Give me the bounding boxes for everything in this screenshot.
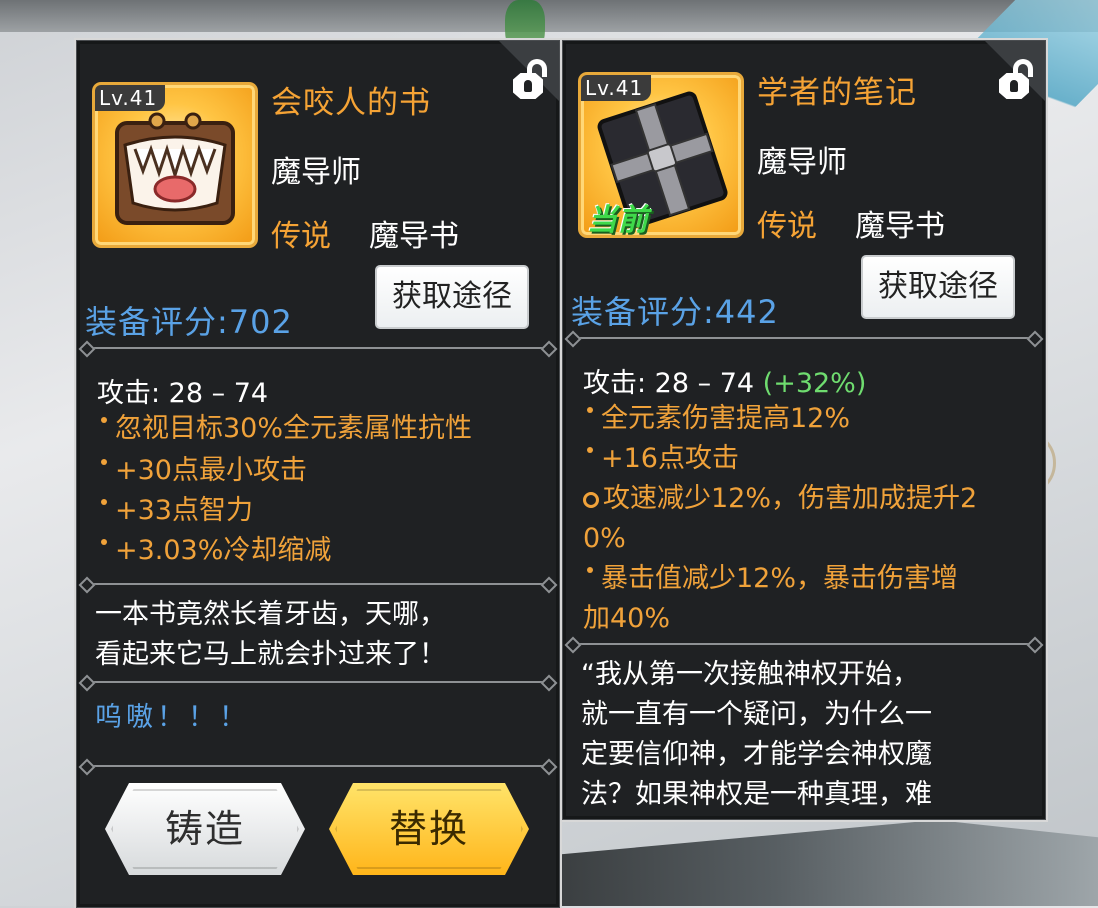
item-class: 魔导师 (271, 155, 361, 190)
source-button[interactable]: 获取途径 (861, 255, 1015, 319)
replace-button[interactable]: 替换 (329, 783, 529, 875)
divider (87, 765, 549, 767)
right-item-panel: Lv.41 当前 学者的笔记 魔导师 传说 魔导书 获取途径 装备评分:442 … (562, 40, 1046, 820)
attribute-line: +16点攻击 (583, 439, 739, 479)
source-button[interactable]: 获取途径 (375, 265, 529, 329)
level-badge: Lv.41 (581, 75, 652, 101)
item-icon: Lv.41 (95, 85, 255, 245)
item-icon: Lv.41 当前 (581, 75, 741, 235)
attack-stat: 攻击: 28 – 74 (97, 378, 269, 409)
attribute-line: 暴击值减少12%，暴击伤害增 加40% (583, 563, 959, 634)
background-top-bar (0, 0, 1098, 32)
level-badge: Lv.41 (95, 85, 166, 111)
equipment-score: 装备评分:442 (571, 293, 779, 331)
attribute-line: +33点智力 (97, 491, 253, 531)
attribute-line: +3.03%冷却缩减 (97, 531, 331, 571)
item-flavor-sound: 呜嗷！！！ (95, 702, 250, 733)
divider (87, 347, 549, 349)
attribute-line: 忽视目标30%全元素属性抗性 (97, 409, 472, 449)
item-name: 会咬人的书 (271, 85, 431, 121)
divider (573, 337, 1035, 339)
item-type: 魔导书 (855, 209, 945, 244)
attribute-line: +30点最小攻击 (97, 451, 307, 491)
current-equipped-tag: 当前 (587, 203, 649, 235)
forge-button[interactable]: 铸造 (105, 783, 305, 875)
item-type: 魔导书 (369, 219, 459, 254)
attack-bonus: (+32%) (762, 368, 867, 399)
divider (87, 681, 549, 683)
divider (87, 583, 549, 585)
attack-stat: 攻击: 28 – 74 (+32%) (583, 368, 867, 399)
item-description: 一本书竟然长着牙齿，天哪， 看起来它马上就会扑过来了！ (95, 599, 446, 670)
background-dark-shape (560, 820, 1098, 906)
lock-icon[interactable] (999, 59, 1039, 101)
item-name: 学者的笔记 (757, 75, 917, 111)
divider (573, 643, 1035, 645)
attribute-line: 全元素伤害提高12% (583, 399, 850, 439)
item-description: “我从第一次接触神权开始， 就一直有一个疑问，为什么一 定要信仰神，才能学会神权… (581, 659, 932, 810)
item-rarity: 传说 (271, 219, 331, 254)
attribute-line: 攻速减少12%，伤害加成提升2 0% (583, 483, 978, 554)
left-item-panel: Lv.41 会咬人的书 魔导师 传说 魔导书 获取途径 装备评分:702 攻击:… (76, 40, 560, 908)
item-rarity: 传说 (757, 209, 817, 244)
item-class: 魔导师 (757, 145, 847, 180)
lock-icon[interactable] (513, 59, 553, 101)
equipment-score: 装备评分:702 (85, 303, 293, 341)
